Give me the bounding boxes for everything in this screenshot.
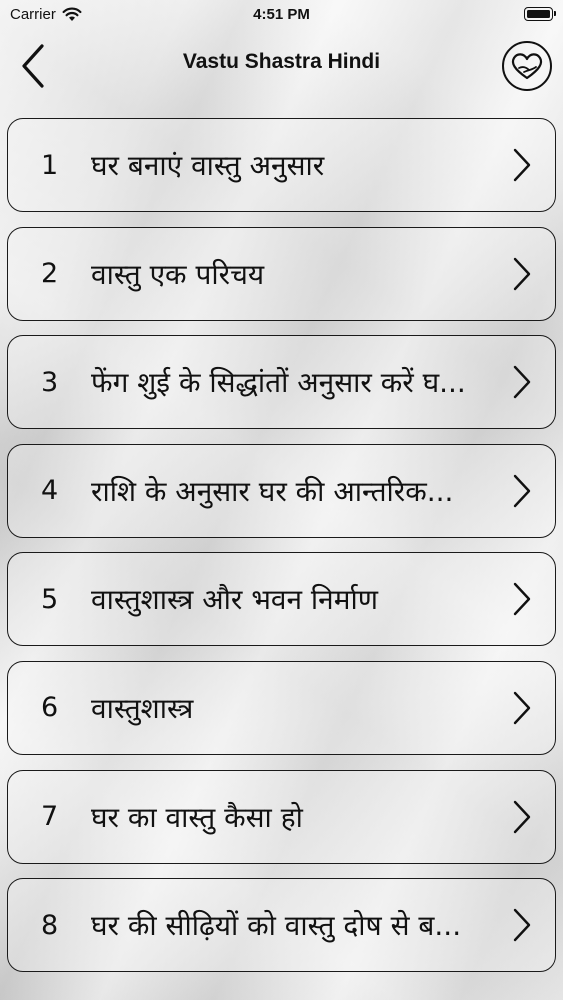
chevron-right-icon xyxy=(513,691,531,725)
item-title: वास्तुशास्त्र xyxy=(91,691,194,725)
status-time: 4:51 PM xyxy=(253,6,310,23)
list-item[interactable]: 6 वास्तुशास्त्र xyxy=(7,660,556,755)
item-title: फेंग शुई के सिद्धांतों अनुसार करें घ... xyxy=(91,366,466,400)
chevron-right-icon xyxy=(513,908,531,942)
item-number: 1 xyxy=(41,149,59,181)
item-number: 4 xyxy=(41,475,59,507)
item-title: वास्तुशास्त्र और भवन निर्माण xyxy=(91,583,378,617)
chevron-right-icon xyxy=(513,474,531,507)
item-title: घर की सीढ़ियों को वास्तु दोष से ब... xyxy=(91,909,462,943)
list-item[interactable]: 2 वास्तु एक परिचय xyxy=(7,226,556,321)
chevron-right-icon xyxy=(513,365,531,399)
heart-icon xyxy=(511,53,543,80)
chevron-right-icon xyxy=(513,583,531,616)
item-number: 8 xyxy=(41,909,59,941)
item-number: 6 xyxy=(41,692,59,724)
item-number: 2 xyxy=(41,258,59,290)
item-number: 7 xyxy=(41,801,59,833)
chevron-right-icon xyxy=(513,148,531,182)
list-item[interactable]: 5 वास्तुशास्त्र और भवन निर्माण xyxy=(7,552,556,647)
list-item[interactable]: 3 फेंग शुई के सिद्धांतों अनुसार करें घ..… xyxy=(7,335,556,430)
page-title: Vastu Shastra Hindi xyxy=(182,50,381,73)
favorites-button[interactable] xyxy=(502,41,552,91)
chevron-right-icon xyxy=(513,257,531,290)
item-title: वास्तु एक परिचय xyxy=(91,257,265,291)
battery-icon xyxy=(524,7,556,21)
list-item[interactable]: 8 घर की सीढ़ियों को वास्तु दोष से ब... xyxy=(7,878,556,973)
navigation-bar: Vastu Shastra Hindi xyxy=(0,30,563,102)
item-title: राशि के अनुसार घर की आन्तरिक... xyxy=(91,474,454,508)
list-item[interactable]: 4 राशि के अनुसार घर की आन्तरिक... xyxy=(7,443,556,538)
item-title: घर बनाएं वास्तु अनुसार xyxy=(91,149,325,182)
item-number: 5 xyxy=(41,583,59,615)
topic-list: 1 घर बनाएं वास्तु अनुसार 2 वास्तु एक परि… xyxy=(7,118,556,987)
list-item[interactable]: 1 घर बनाएं वास्तु अनुसार xyxy=(7,118,556,212)
status-bar: Carrier 4:51 PM xyxy=(0,0,563,30)
list-item[interactable]: 7 घर का वास्तु कैसा हो xyxy=(7,769,556,864)
item-title: घर का वास्तु कैसा हो xyxy=(91,800,303,834)
item-number: 3 xyxy=(41,366,59,398)
chevron-right-icon xyxy=(513,800,531,833)
